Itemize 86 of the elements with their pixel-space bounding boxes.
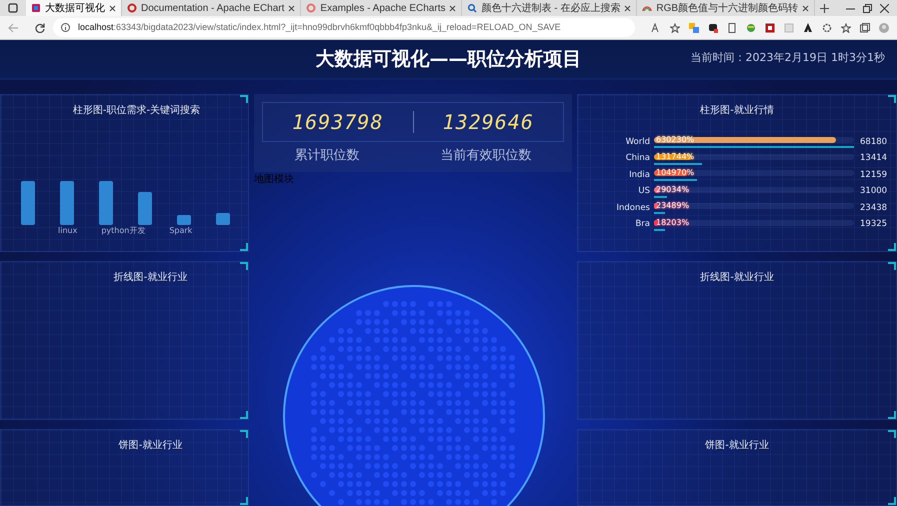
corner-bracket — [240, 411, 248, 419]
bar — [99, 181, 113, 225]
dashboard-title: 大数据可视化——职位分析项目 — [316, 46, 582, 72]
url-path: :63343/bigdata2023/view/static/index.html?_ijt=hno99dbrvh6kmf0qbbb4fp3nku&_ij_reload=RELOAD_ON_SAVE — [114, 22, 561, 32]
address-bar[interactable]: localhost:63343/bigdata2023/view/static/index.html?_ijt=hno99dbrvh6kmf0qbbb4fp3nku&_ij_reload=RELOAD_ON_SAVE — [53, 18, 635, 37]
map-label: 地图模块 — [254, 174, 294, 185]
category-label: Bra — [634, 218, 651, 232]
reload-icon[interactable] — [35, 22, 45, 32]
value-label: 23438 — [859, 202, 888, 215]
axis-label: python开发 — [101, 225, 146, 237]
percent-label: 630230% — [656, 135, 694, 146]
corner-bracket — [240, 243, 248, 251]
close-icon[interactable] — [109, 4, 116, 12]
panel-title: 折线图-就业行业 — [700, 272, 774, 283]
new-tab-icon[interactable] — [820, 4, 830, 12]
close-icon[interactable] — [624, 4, 632, 12]
info-icon — [61, 23, 70, 32]
corner-bracket — [240, 262, 248, 270]
panel-title: 柱形图-职位需求-关键词搜索 — [72, 105, 200, 116]
corner-bracket — [240, 430, 248, 438]
counter-number: 1329646 — [442, 110, 534, 134]
panel-title: 饼图-就业行业 — [705, 440, 769, 451]
document-icon[interactable] — [727, 22, 737, 32]
app-icon — [31, 3, 41, 13]
bar — [21, 181, 35, 225]
bar-underline — [654, 162, 702, 165]
corner-bracket — [888, 95, 896, 103]
bar — [216, 213, 230, 225]
translate-icon[interactable] — [689, 22, 699, 32]
corner-bracket — [240, 95, 248, 103]
panel-title: 折线图-就业行业 — [114, 272, 188, 283]
panel-title: 柱形图-就业行情 — [700, 105, 774, 116]
ring-icon — [306, 3, 316, 13]
close-icon[interactable] — [880, 4, 889, 12]
corner-bracket — [888, 430, 896, 438]
value-label: 68180 — [859, 136, 888, 149]
collections-icon[interactable] — [860, 22, 870, 32]
browser-tab[interactable]: Examples - Apache ECharts — [301, 0, 462, 16]
category-label: US — [637, 185, 651, 198]
browser-tab[interactable]: 大数据可视化 — [26, 0, 122, 16]
browser-tab[interactable]: Documentation - Apache EChart — [122, 0, 302, 16]
bar — [60, 181, 74, 225]
counter-label: 累计职位数 — [294, 148, 360, 163]
bar — [138, 192, 152, 225]
value-label: 31000 — [859, 185, 888, 198]
tab-title: Documentation - Apache EChart — [141, 2, 284, 16]
tab-actions-icon[interactable] — [8, 3, 18, 13]
bar-underline — [654, 228, 666, 231]
bar-underline — [654, 196, 668, 198]
corner-bracket — [888, 411, 896, 419]
corner-bracket — [888, 243, 896, 251]
corner-bracket — [888, 262, 896, 270]
close-icon[interactable] — [802, 4, 810, 12]
browser-tab[interactable]: 颜色十六进制表 - 在必应上搜索 — [462, 0, 638, 16]
counter-number: 1693798 — [292, 110, 384, 134]
search-icon — [467, 3, 478, 13]
close-icon[interactable] — [449, 4, 456, 12]
ring-icon — [127, 3, 137, 13]
corner-bracket — [888, 497, 896, 505]
current-time: 当前时间：2023年2月19日 1时3分1秒 — [690, 50, 885, 66]
tab-title: 大数据可视化 — [45, 2, 105, 16]
restore-icon[interactable] — [863, 4, 872, 12]
favorites-icon[interactable] — [841, 22, 851, 32]
favorite-icon[interactable] — [670, 22, 680, 32]
corner-bracket — [240, 497, 248, 505]
category-label: World — [624, 136, 651, 149]
bar-underline — [654, 212, 666, 214]
tab-title: RGB颜色值与十六进制颜色码转 — [656, 2, 798, 16]
tab-title: Examples - Apache ECharts — [320, 2, 446, 16]
read-aloud-icon[interactable] — [651, 22, 661, 32]
category-label: Indones — [615, 202, 651, 215]
category-label: China — [624, 152, 651, 166]
value-label: 13414 — [859, 152, 888, 166]
bar — [177, 215, 191, 225]
tab-title: 颜色十六进制表 - 在必应上搜索 — [481, 2, 620, 16]
axis-label: linux — [58, 225, 78, 237]
close-icon[interactable] — [288, 4, 296, 12]
bar-underline — [654, 179, 698, 182]
axis-label: Spark — [169, 225, 192, 237]
panel-title: 饼图-就业行业 — [118, 440, 182, 451]
value-label: 19325 — [859, 218, 888, 232]
category-label: India — [628, 168, 651, 182]
value-label: 12159 — [859, 168, 888, 182]
counter-label: 当前有效职位数 — [440, 148, 532, 163]
url-host: localhost — [78, 22, 114, 32]
browser-tab[interactable]: RGB颜色值与十六进制颜色码转 — [637, 0, 816, 16]
